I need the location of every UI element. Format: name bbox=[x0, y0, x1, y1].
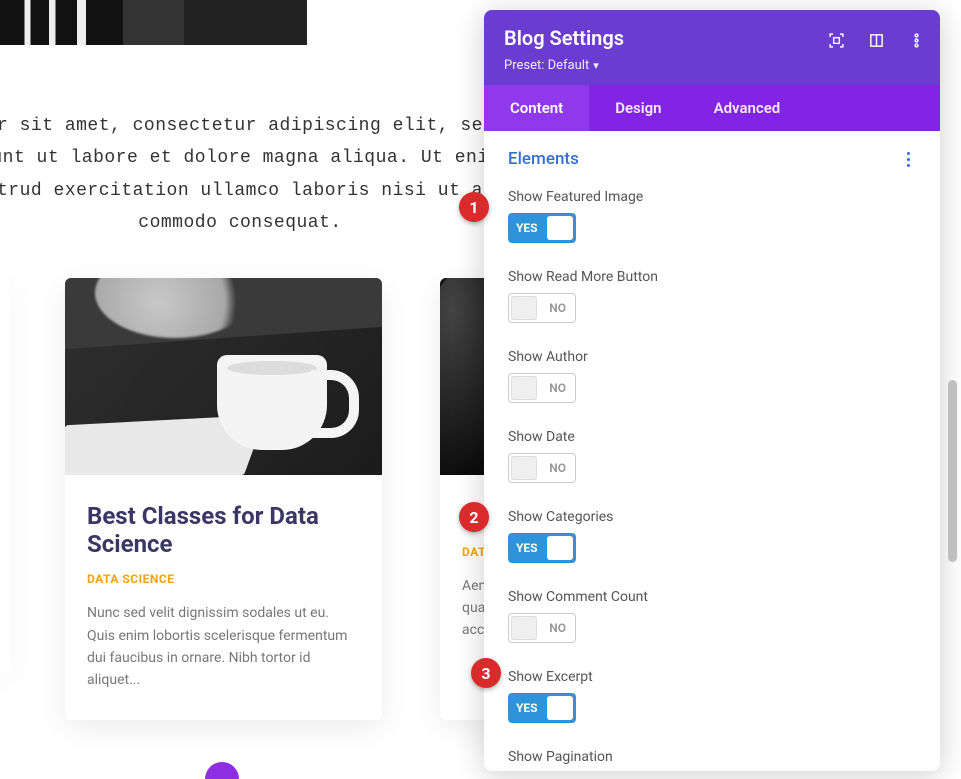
pagination-dot[interactable] bbox=[205, 762, 239, 779]
toggle-author[interactable]: NO bbox=[508, 373, 576, 403]
annotation-marker-2: 2 bbox=[459, 502, 489, 532]
annotation-marker-1: 1 bbox=[459, 192, 489, 222]
columns-icon[interactable] bbox=[862, 26, 890, 54]
option-categories: Show Categories YES bbox=[484, 501, 940, 581]
tab-design[interactable]: Design bbox=[589, 85, 687, 131]
option-pagination: Show Pagination NO bbox=[484, 741, 940, 771]
option-date: Show Date NO bbox=[484, 421, 940, 501]
background-banner-image bbox=[0, 0, 307, 45]
toggle-excerpt[interactable]: YES bbox=[508, 693, 576, 723]
option-comment-count: Show Comment Count NO bbox=[484, 581, 940, 661]
scrollbar-thumb[interactable] bbox=[948, 380, 957, 562]
section-kebab-icon[interactable] bbox=[900, 151, 916, 167]
option-label: Show Pagination bbox=[508, 749, 916, 765]
option-label: Show Excerpt bbox=[508, 669, 916, 685]
panel-header[interactable]: Blog Settings Preset: Default bbox=[484, 10, 940, 85]
option-featured-image: Show Featured Image YES bbox=[484, 181, 940, 261]
option-label: Show Comment Count bbox=[508, 589, 916, 605]
toggle-featured-image[interactable]: YES bbox=[508, 213, 576, 243]
kebab-menu-icon[interactable] bbox=[902, 26, 930, 54]
panel-tabs: Content Design Advanced bbox=[484, 85, 940, 131]
option-label: Show Featured Image bbox=[508, 189, 916, 205]
preset-dropdown[interactable]: Preset: Default bbox=[504, 58, 599, 73]
card-featured-image bbox=[65, 278, 382, 475]
tab-content[interactable]: Content bbox=[484, 85, 589, 131]
blog-settings-panel: Blog Settings Preset: Default Content De… bbox=[484, 10, 940, 771]
option-label: Show Categories bbox=[508, 509, 916, 525]
card-sliver-left bbox=[0, 278, 10, 673]
panel-body: Elements Show Featured Image YES Show Re… bbox=[484, 131, 940, 771]
card-excerpt: Nunc sed velit dignissim sodales ut eu. … bbox=[87, 602, 360, 692]
option-label: Show Author bbox=[508, 349, 916, 365]
section-title-elements[interactable]: Elements bbox=[508, 149, 579, 169]
option-label: Show Date bbox=[508, 429, 916, 445]
toggle-read-more[interactable]: NO bbox=[508, 293, 576, 323]
card-title[interactable]: Best Classes for Data Science bbox=[87, 503, 360, 558]
background-content: or sit amet, consectetur adipiscing elit… bbox=[0, 0, 490, 240]
annotation-marker-3: 3 bbox=[471, 658, 501, 688]
tab-advanced[interactable]: Advanced bbox=[688, 85, 807, 131]
option-read-more: Show Read More Button NO bbox=[484, 261, 940, 341]
blog-card-1[interactable]: Best Classes for Data Science DATA SCIEN… bbox=[65, 278, 382, 720]
toggle-categories[interactable]: YES bbox=[508, 533, 576, 563]
card-category[interactable]: DATA SCIENCE bbox=[87, 572, 360, 586]
option-author: Show Author NO bbox=[484, 341, 940, 421]
option-label: Show Read More Button bbox=[508, 269, 916, 285]
option-excerpt: Show Excerpt YES bbox=[484, 661, 940, 741]
expand-icon[interactable] bbox=[822, 26, 850, 54]
cards-row: Best Classes for Data Science DATA SCIEN… bbox=[65, 278, 495, 720]
toggle-comment-count[interactable]: NO bbox=[508, 613, 576, 643]
background-paragraph: or sit amet, consectetur adipiscing elit… bbox=[0, 45, 510, 240]
toggle-date[interactable]: NO bbox=[508, 453, 576, 483]
